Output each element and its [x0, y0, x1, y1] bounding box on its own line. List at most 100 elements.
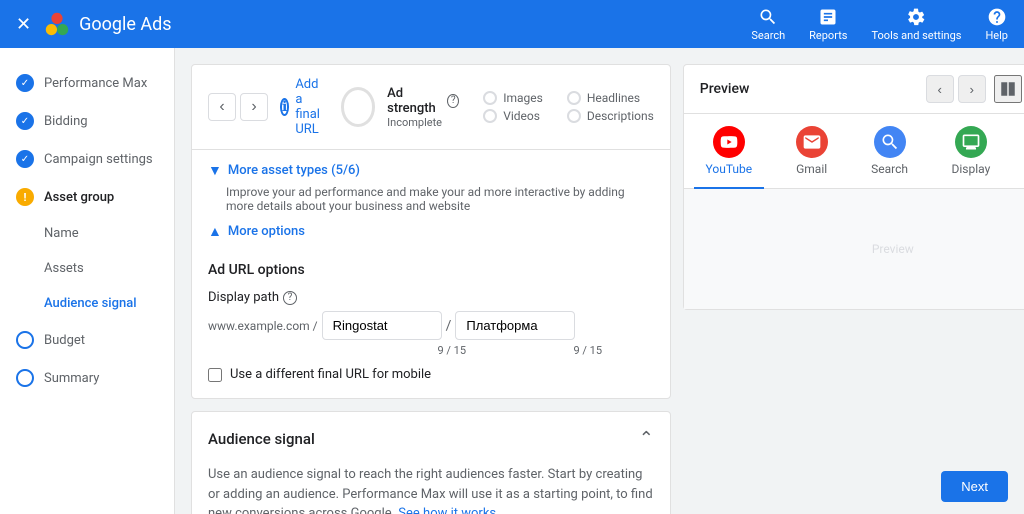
chevron-up-icon: ▲: [208, 223, 222, 240]
tab-gmail-label: Gmail: [796, 162, 827, 176]
empty-dot-icon: [16, 331, 34, 349]
more-assets-toggle[interactable]: ▼ More asset types (5/6): [208, 162, 654, 179]
preview-tabs: YouTube Gmail: [684, 114, 1024, 189]
tools-nav-label: Tools and settings: [871, 29, 961, 42]
descriptions-option: Descriptions: [567, 109, 654, 123]
youtube-icon: [713, 126, 745, 158]
audience-signal-title: Audience signal: [208, 430, 639, 448]
collapse-icon: ⌃: [639, 428, 654, 449]
split-view-btn[interactable]: [994, 75, 1022, 103]
headlines-option: Headlines: [567, 91, 654, 105]
see-how-link[interactable]: See how it works: [398, 506, 496, 514]
card-top-bar: ℹ Add a final URL Ad strength ? Incomple…: [192, 65, 670, 150]
sidebar-label-budget: Budget: [44, 333, 85, 348]
radio-icon: [567, 91, 581, 105]
preview-view-btns: [994, 75, 1024, 103]
info-circle-icon: ℹ: [280, 98, 289, 116]
sidebar-item-summary[interactable]: Summary: [0, 359, 174, 397]
sidebar-label-audience-signal: Audience signal: [44, 296, 137, 311]
tools-nav-btn[interactable]: Tools and settings: [871, 7, 961, 42]
preview-nav: ‹ ›: [926, 75, 986, 103]
tab-youtube[interactable]: YouTube: [694, 122, 765, 180]
url-base: www.example.com /: [208, 319, 318, 333]
tab-gmail[interactable]: Gmail: [784, 122, 840, 180]
preview-placeholder: Preview: [872, 242, 914, 256]
more-options-toggle[interactable]: ▲ More options: [208, 223, 654, 240]
ad-url-title: Ad URL options: [208, 262, 654, 278]
add-final-url-btn[interactable]: ℹ Add a final URL: [280, 77, 329, 137]
strength-text: Ad strength ? Incomplete: [387, 86, 459, 129]
chevron-left-icon: [219, 98, 224, 116]
descriptions-label: Descriptions: [587, 109, 654, 123]
more-options-label: More options: [228, 224, 305, 239]
preview-next-btn[interactable]: ›: [958, 75, 986, 103]
reports-nav-label: Reports: [809, 29, 847, 42]
sidebar-item-bidding[interactable]: Bidding: [0, 102, 174, 140]
preview-card: Preview ‹ ›: [683, 64, 1024, 310]
search-tab-icon: [874, 126, 906, 158]
asset-section: ▼ More asset types (5/6) Improve your ad…: [192, 150, 670, 262]
strength-options-2: Headlines Descriptions: [567, 91, 654, 123]
sidebar-label-asset-group: Asset group: [44, 190, 114, 205]
tab-search[interactable]: Search: [859, 122, 920, 180]
sidebar: Performance Max Bidding Campaign setting…: [0, 48, 175, 514]
next-button[interactable]: Next: [941, 471, 1008, 502]
more-assets-label: More asset types (5/6): [228, 163, 360, 178]
top-nav: ✕ Google Ads Search Reports Tools and se…: [0, 0, 1024, 48]
path2-input[interactable]: [455, 311, 575, 340]
display-path-row: www.example.com / /: [208, 311, 654, 340]
mobile-url-checkbox[interactable]: [208, 368, 222, 382]
sidebar-item-budget[interactable]: Budget: [0, 321, 174, 359]
audience-signal-body: Use an audience signal to reach the righ…: [192, 465, 670, 514]
sidebar-item-audience-signal[interactable]: Audience signal: [0, 286, 174, 321]
empty-dot-icon: [16, 369, 34, 387]
main-card: ℹ Add a final URL Ad strength ? Incomple…: [191, 64, 671, 399]
warn-icon: [16, 188, 34, 206]
tab-display[interactable]: Display: [940, 122, 1003, 180]
app-logo: Google Ads: [43, 10, 171, 38]
chevron-right-icon: [251, 98, 256, 116]
sidebar-item-performance-max[interactable]: Performance Max: [0, 64, 174, 102]
sidebar-item-assets[interactable]: Assets: [0, 251, 174, 286]
ad-strength-info-icon[interactable]: ?: [447, 94, 459, 108]
path-inputs: /: [322, 311, 576, 340]
add-url-label: Add a final URL: [295, 77, 328, 137]
right-panel: Preview ‹ ›: [683, 64, 1024, 514]
search-nav-btn[interactable]: Search: [751, 7, 785, 42]
display-path-label-row: Display path ?: [208, 290, 654, 305]
prev-arrow-btn[interactable]: [208, 93, 236, 121]
main-content: ℹ Add a final URL Ad strength ? Incomple…: [175, 48, 1024, 514]
close-icon[interactable]: ✕: [16, 14, 31, 35]
filled-dot-icon: [16, 150, 34, 168]
preview-header: Preview ‹ ›: [684, 65, 1024, 114]
help-nav-btn[interactable]: Help: [985, 7, 1008, 42]
path1-input[interactable]: [322, 311, 442, 340]
mobile-url-row: Use a different final URL for mobile: [208, 367, 654, 382]
strength-options: Images Videos: [483, 91, 543, 123]
images-option: Images: [483, 91, 543, 105]
sidebar-item-asset-group[interactable]: Asset group: [0, 178, 174, 216]
images-label: Images: [503, 91, 543, 105]
left-panel: ℹ Add a final URL Ad strength ? Incomple…: [191, 64, 671, 514]
next-arrow-btn[interactable]: [240, 93, 268, 121]
sidebar-label-performance-max: Performance Max: [44, 76, 147, 91]
audience-desc: Use an audience signal to reach the righ…: [208, 465, 654, 514]
preview-prev-btn[interactable]: ‹: [926, 75, 954, 103]
ad-url-section: Ad URL options Display path ? www.exampl…: [192, 262, 670, 398]
sidebar-item-campaign-settings[interactable]: Campaign settings: [0, 140, 174, 178]
filled-dot-icon: [16, 112, 34, 130]
audience-signal-card: Audience signal ⌃ Use an audience signal…: [191, 411, 671, 514]
help-nav-label: Help: [985, 29, 1008, 42]
ad-strength-label: Ad strength: [387, 86, 443, 116]
sidebar-label-summary: Summary: [44, 371, 99, 386]
reports-nav-btn[interactable]: Reports: [809, 7, 847, 42]
app-title: Google Ads: [79, 14, 171, 35]
more-assets-description: Improve your ad performance and make you…: [208, 185, 654, 213]
videos-option: Videos: [483, 109, 543, 123]
tab-search-label: Search: [871, 162, 908, 176]
display-path-info-icon[interactable]: ?: [283, 291, 297, 305]
sidebar-item-name[interactable]: Name: [0, 216, 174, 251]
nav-arrows: [208, 93, 268, 121]
strength-circle: [341, 87, 376, 127]
audience-signal-header[interactable]: Audience signal ⌃: [192, 412, 670, 465]
